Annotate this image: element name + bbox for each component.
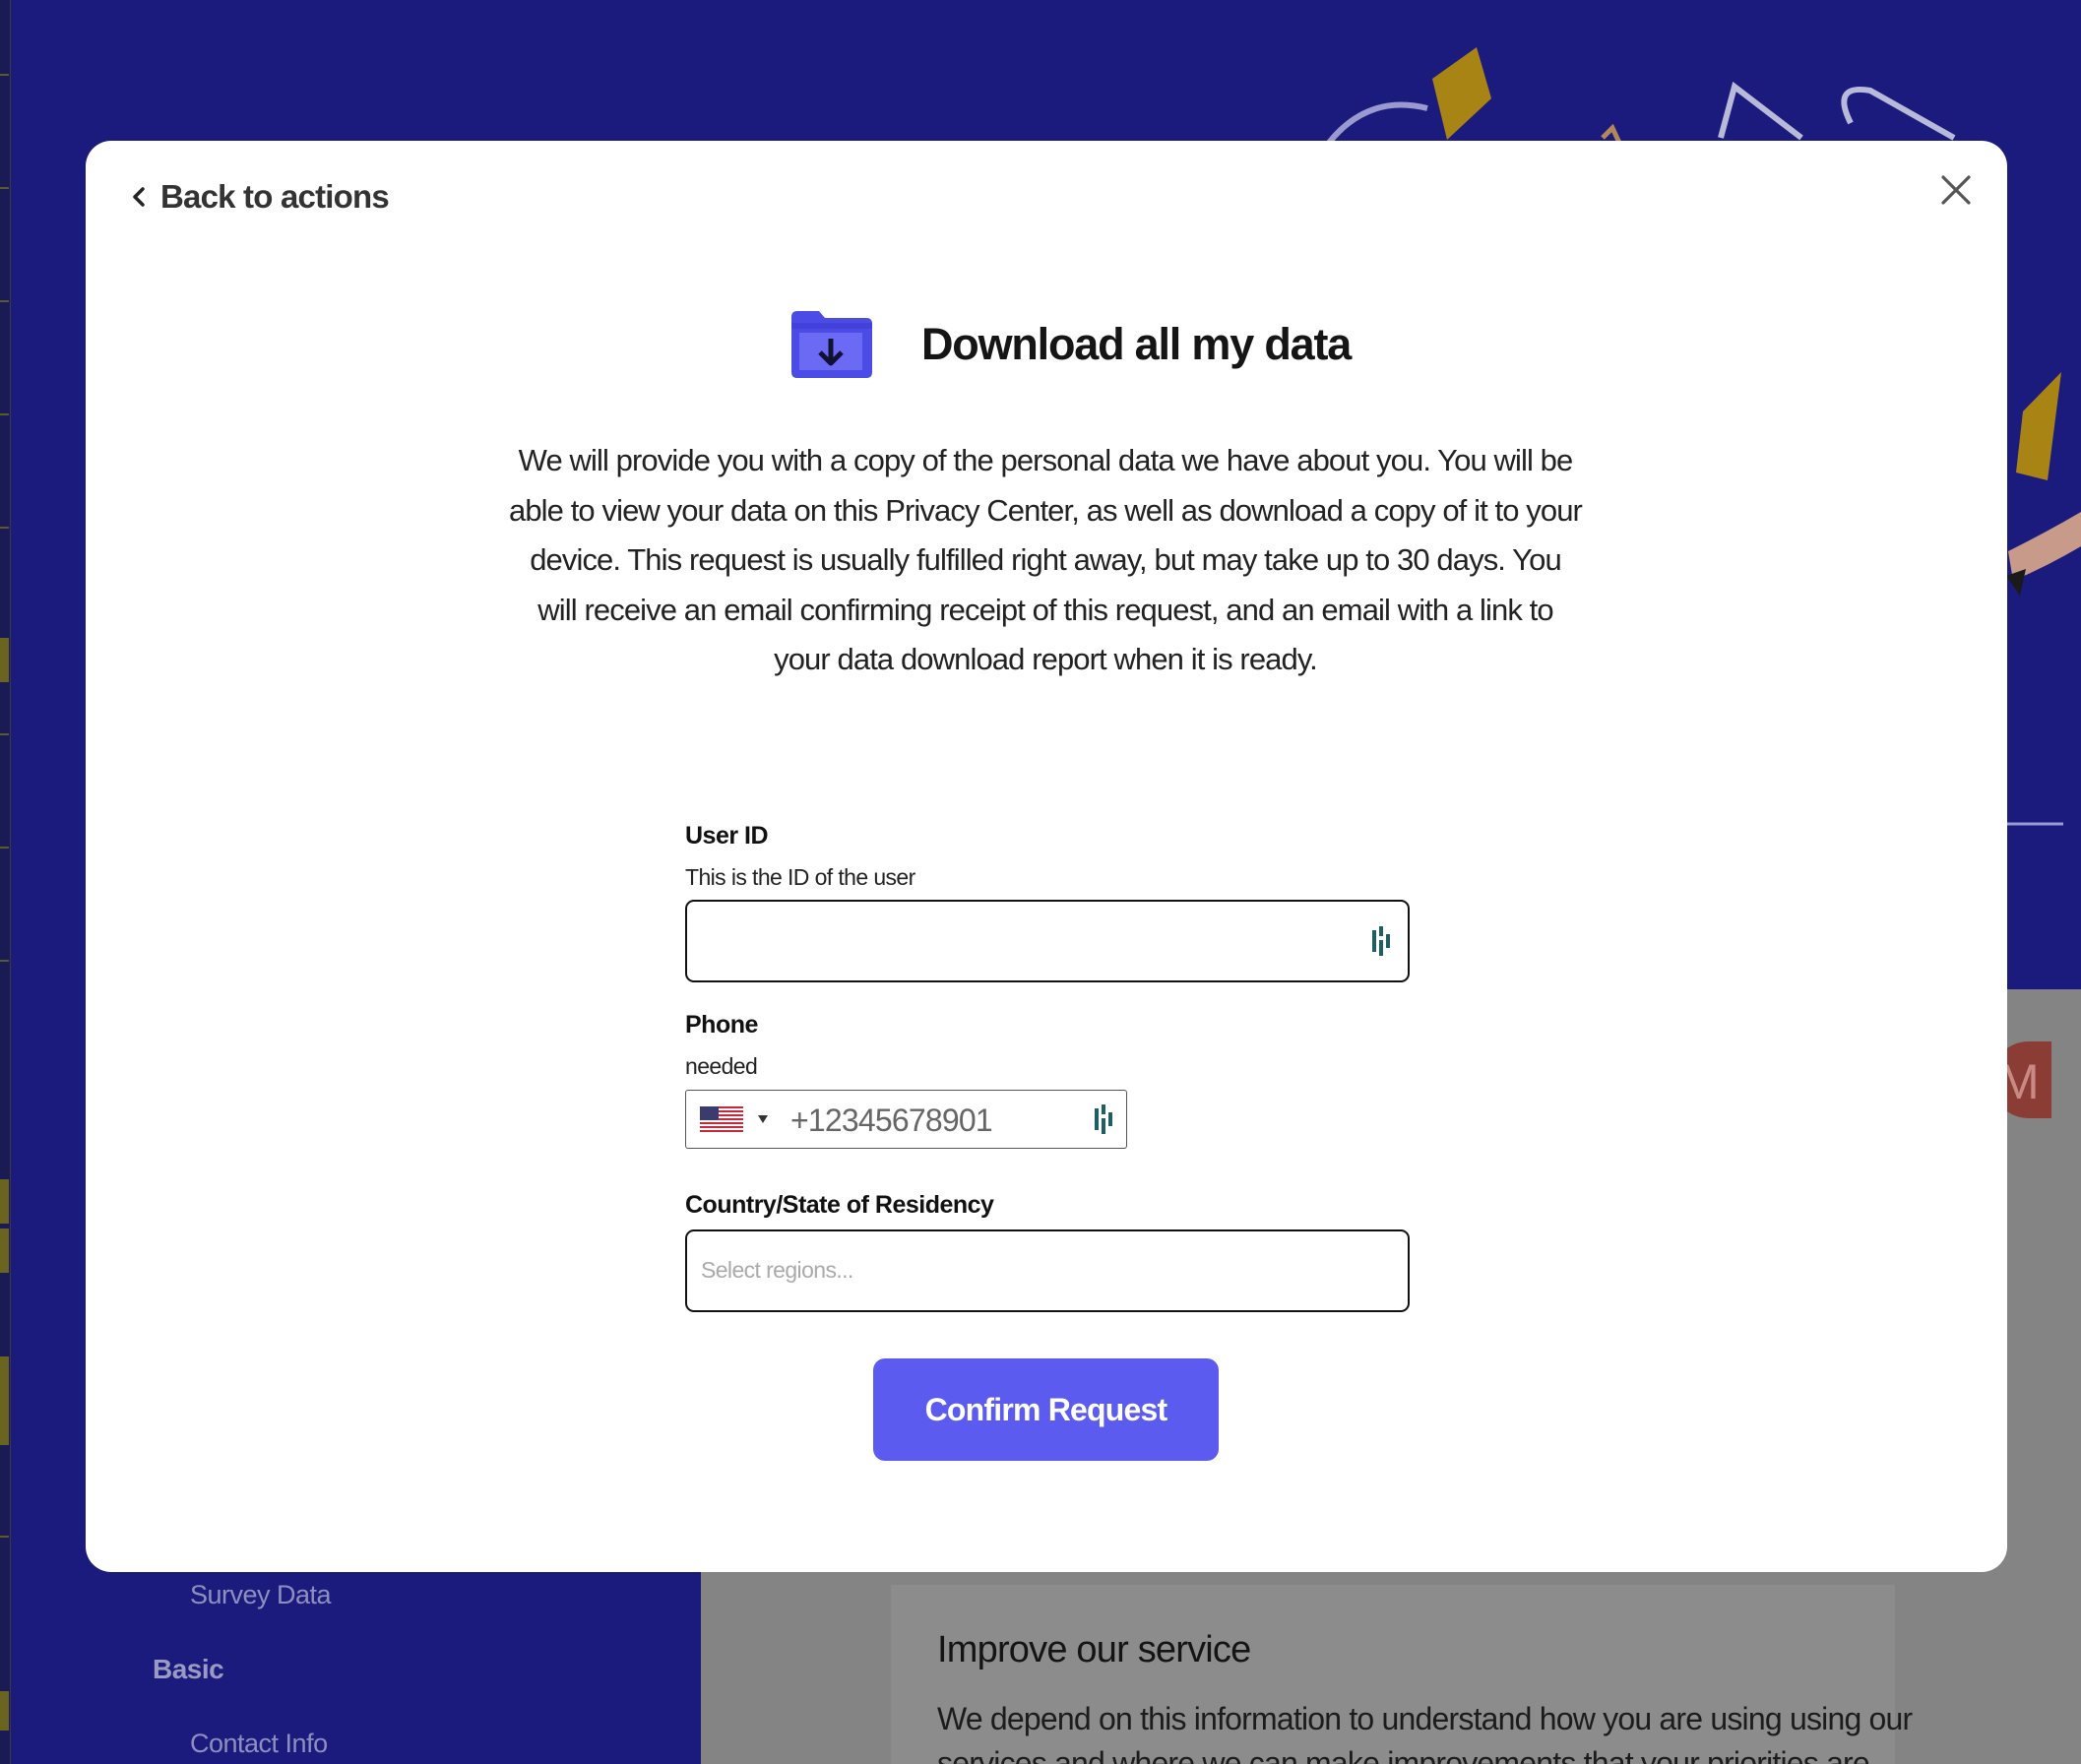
- phone-field[interactable]: [685, 1090, 1127, 1149]
- card-title: Improve our service: [937, 1629, 1251, 1670]
- window-edge: [0, 0, 11, 1764]
- sidebar-item-contact-info[interactable]: Contact Info: [190, 1729, 328, 1759]
- sidebar-item-survey-data[interactable]: Survey Data: [190, 1580, 332, 1610]
- chevron-left-icon: [133, 187, 145, 207]
- user-id-field[interactable]: [685, 900, 1410, 982]
- us-flag-icon: [700, 1106, 743, 1132]
- password-manager-icon[interactable]: [1369, 924, 1395, 958]
- card-text: We depend on this information to underst…: [937, 1701, 1913, 1736]
- phone-help: needed: [685, 1053, 758, 1079]
- user-id-label: User ID: [685, 822, 769, 850]
- folder-download-icon: [791, 311, 872, 378]
- back-to-actions-link[interactable]: Back to actions: [123, 174, 390, 220]
- user-id-input[interactable]: [701, 902, 1351, 980]
- phone-label: Phone: [685, 1011, 758, 1039]
- residency-placeholder: Select regions...: [701, 1257, 853, 1283]
- modal-description: We will provide you with a copy of the p…: [509, 443, 1583, 676]
- back-to-actions-label: Back to actions: [160, 178, 390, 215]
- residency-select[interactable]: Select regions...: [685, 1229, 1410, 1312]
- card-text-line-2: services and where we can make improveme…: [937, 1745, 1878, 1764]
- phone-input[interactable]: [790, 1101, 1076, 1140]
- modal-header: Download all my data: [788, 309, 1352, 380]
- close-icon[interactable]: [1936, 170, 1976, 210]
- download-data-modal: Back to actions Download all my data We …: [86, 141, 2007, 1572]
- sidebar-section-basic: Basic: [153, 1654, 224, 1684]
- residency-label: Country/State of Residency: [685, 1191, 994, 1219]
- confirm-request-button[interactable]: Confirm Request: [873, 1358, 1219, 1461]
- password-manager-icon[interactable]: [1092, 1102, 1117, 1136]
- country-code-select[interactable]: [700, 1106, 779, 1134]
- user-id-help: This is the ID of the user: [685, 864, 915, 890]
- modal-title: Download all my data: [921, 319, 1352, 369]
- chevron-down-icon: [758, 1115, 768, 1123]
